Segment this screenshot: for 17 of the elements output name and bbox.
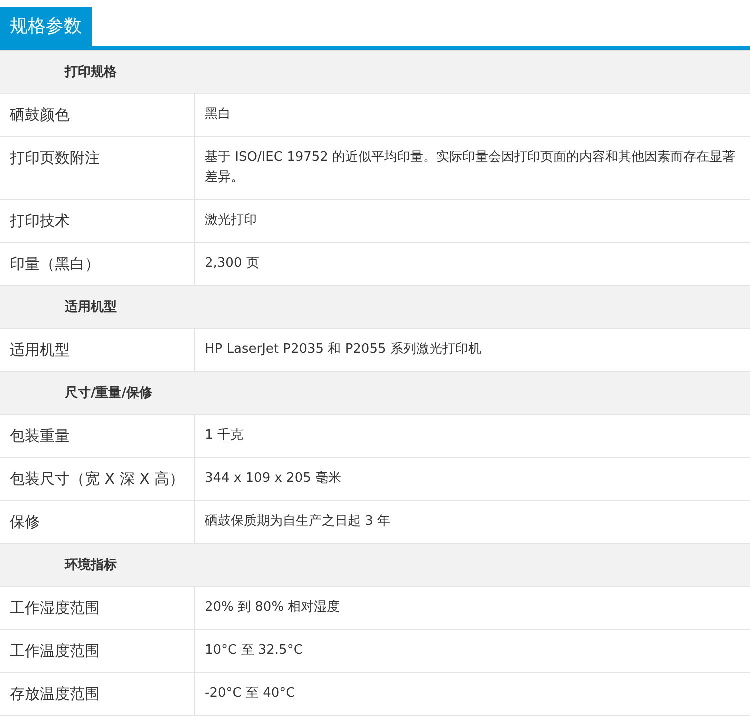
spec-value: 硒鼓保质期为自生产之日起 3 年 — [204, 513, 392, 531]
section-heading: 适用机型 — [65, 299, 117, 316]
spec-value: 344 x 109 x 205 毫米 — [204, 470, 342, 488]
spec-value: 基于 ISO/IEC 19752 的近似平均印量。实际印量会因打印页面的内容和其他因素而存在显著差异。 — [204, 149, 737, 187]
section-heading: 尺寸/重量/保修 — [65, 384, 152, 402]
section-heading: 打印规格 — [65, 64, 117, 81]
spec-value: 20% 到 80% 相对湿度 — [204, 599, 342, 617]
spec-value: 黑白 — [204, 106, 232, 124]
spec-label: 存放温度范围 — [0, 673, 195, 715]
spec-value: 2,300 页 — [204, 255, 260, 273]
section-tab[interactable]: 规格参数 — [0, 7, 92, 46]
spec-value: 激光打印 — [204, 212, 258, 230]
section-heading: 环境指标 — [65, 556, 117, 574]
spec-value: 10°C 至 32.5°C — [204, 642, 304, 660]
spec-value: -20°C 至 40°C — [204, 685, 296, 703]
spec-value: HP LaserJet P2035 和 P2055 系列激光打印机 — [204, 341, 482, 359]
spec-value: 1 千克 — [204, 427, 244, 445]
